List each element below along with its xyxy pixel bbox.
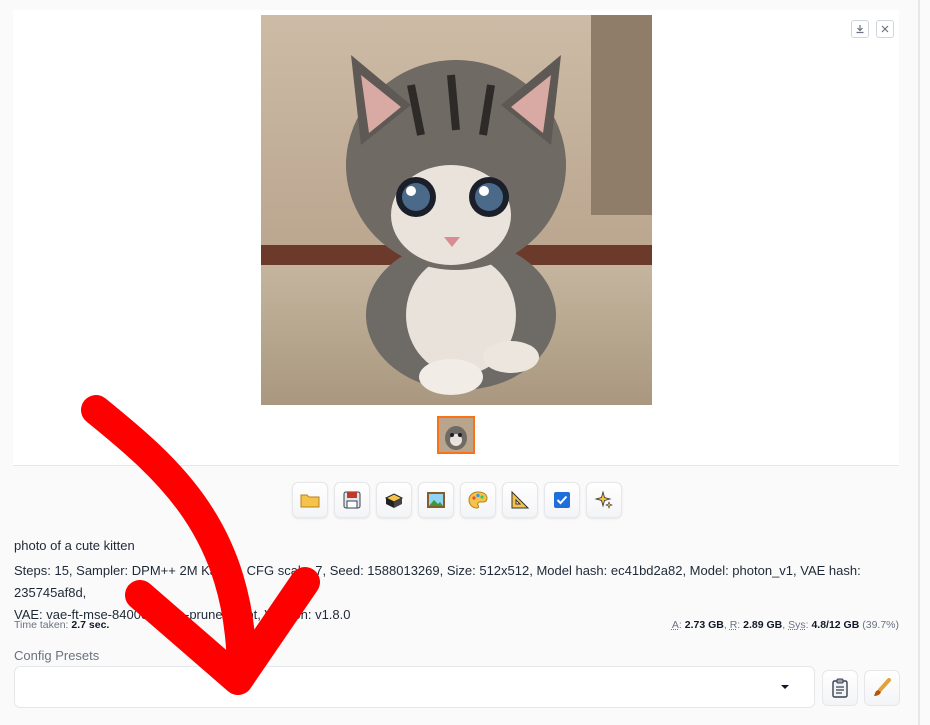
save-icon	[343, 491, 361, 509]
send-to-extras-button[interactable]	[502, 482, 538, 518]
mem-a-label: A	[671, 619, 679, 631]
mem-r-label: R	[729, 619, 738, 631]
page: photo of a cute kitten Steps: 15, Sample…	[0, 0, 930, 725]
clipboard-icon	[832, 678, 848, 698]
generation-params: Steps: 15, Sampler: DPM++ 2M Karras, CFG…	[14, 560, 906, 626]
folder-icon	[300, 494, 320, 508]
sparkles-icon	[594, 490, 613, 509]
generated-image[interactable]	[261, 15, 652, 405]
triangle-ruler-icon	[511, 490, 530, 509]
chevron-down-icon	[781, 685, 789, 689]
memory-stats: A: 2.73 GB, R: 2.89 GB, Sys: 4.8/12 GB (…	[671, 619, 899, 631]
config-presets-dropdown[interactable]	[14, 666, 815, 708]
config-presets-label: Config Presets	[14, 648, 100, 663]
paste-preset-button[interactable]	[822, 670, 858, 706]
brush-icon	[874, 678, 891, 696]
prompt-text: photo of a cute kitten	[14, 538, 135, 553]
palette-icon	[468, 491, 488, 509]
image-toolbar	[292, 482, 622, 518]
send-to-inpaint-button[interactable]	[460, 482, 496, 518]
close-icon[interactable]	[876, 20, 894, 38]
mem-r-value: 2.89 GB	[743, 619, 783, 631]
download-icon[interactable]	[851, 20, 869, 38]
mem-sys-value: 4.8/12 GB	[811, 619, 860, 631]
mem-pct: (39.7%)	[862, 619, 899, 631]
time-value: 2.7 sec.	[71, 619, 110, 631]
time-label: Time taken:	[14, 619, 69, 631]
time-taken: Time taken: 2.7 sec.	[14, 619, 109, 631]
mem-sys-label: Sys	[788, 619, 806, 631]
params-line-1: Steps: 15, Sampler: DPM++ 2M Karras, CFG…	[14, 563, 861, 600]
checkbox-button[interactable]	[544, 482, 580, 518]
send-to-img2img-button[interactable]	[418, 482, 454, 518]
edit-preset-button[interactable]	[864, 670, 900, 706]
zip-icon	[384, 493, 404, 508]
mem-a-value: 2.73 GB	[684, 619, 724, 631]
zip-button[interactable]	[376, 482, 412, 518]
save-button[interactable]	[334, 482, 370, 518]
divider	[918, 0, 920, 725]
image-thumbnail[interactable]	[437, 416, 475, 454]
open-folder-button[interactable]	[292, 482, 328, 518]
sparkles-button[interactable]	[586, 482, 622, 518]
picture-icon	[427, 492, 445, 508]
image-gallery	[13, 10, 899, 466]
checkbox-icon	[554, 492, 570, 508]
